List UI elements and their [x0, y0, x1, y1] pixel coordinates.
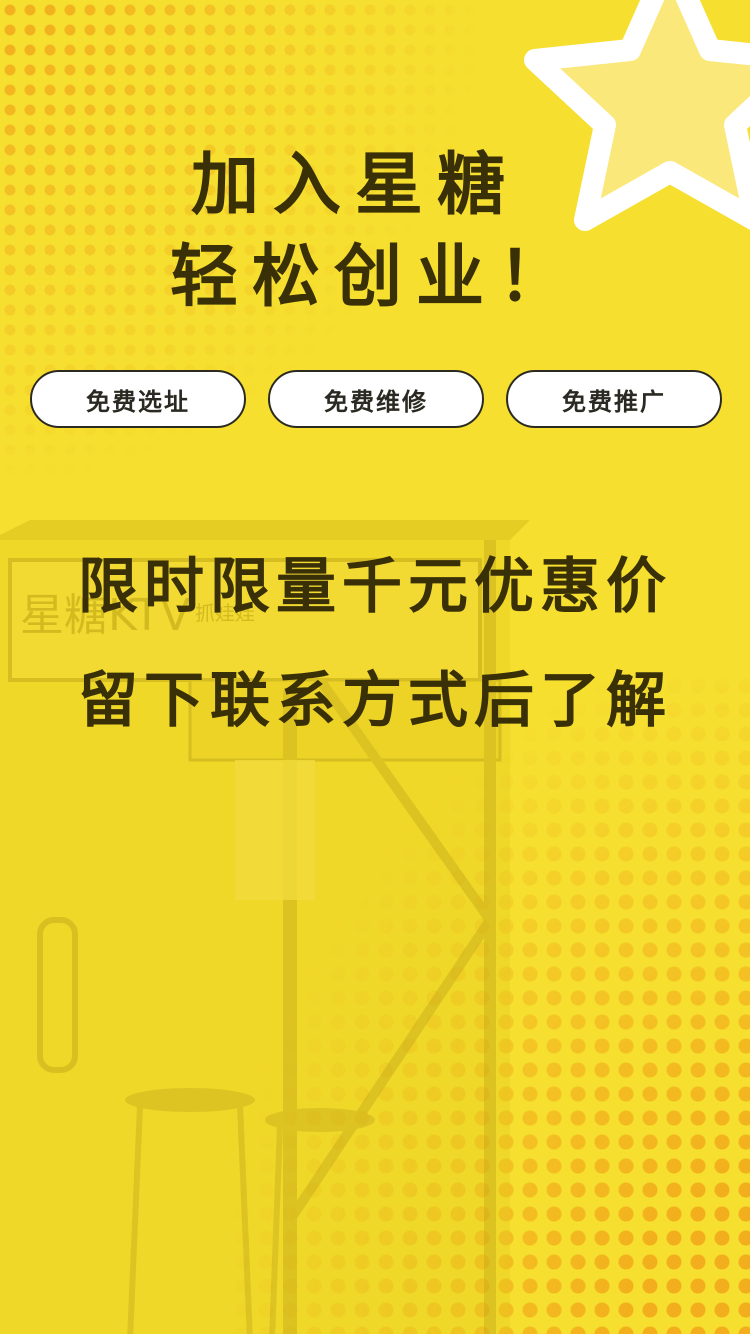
free-promotion-button[interactable]: 免费推广 — [506, 370, 722, 428]
feature-pills: 免费选址 免费维修 免费推广 — [30, 370, 722, 428]
headline-line-2: 轻松创业！ — [169, 238, 580, 317]
headline: 加入星糖 轻松创业！ — [0, 140, 750, 324]
promo-line-1: 限时限量千元优惠价 — [78, 552, 672, 622]
free-maintenance-button[interactable]: 免费维修 — [268, 370, 484, 428]
promo-text: 限时限量千元优惠价 留下联系方式后了解 — [0, 530, 750, 758]
promo-line-2: 留下联系方式后了解 — [78, 666, 672, 736]
headline-line-1: 加入星糖 — [190, 146, 519, 225]
free-site-selection-button[interactable]: 免费选址 — [30, 370, 246, 428]
landing-page: 星糖KTV 抓娃娃 加入星糖 轻松创业！ 免费选址 免费维修 免费推广 限时限量… — [0, 0, 750, 1334]
